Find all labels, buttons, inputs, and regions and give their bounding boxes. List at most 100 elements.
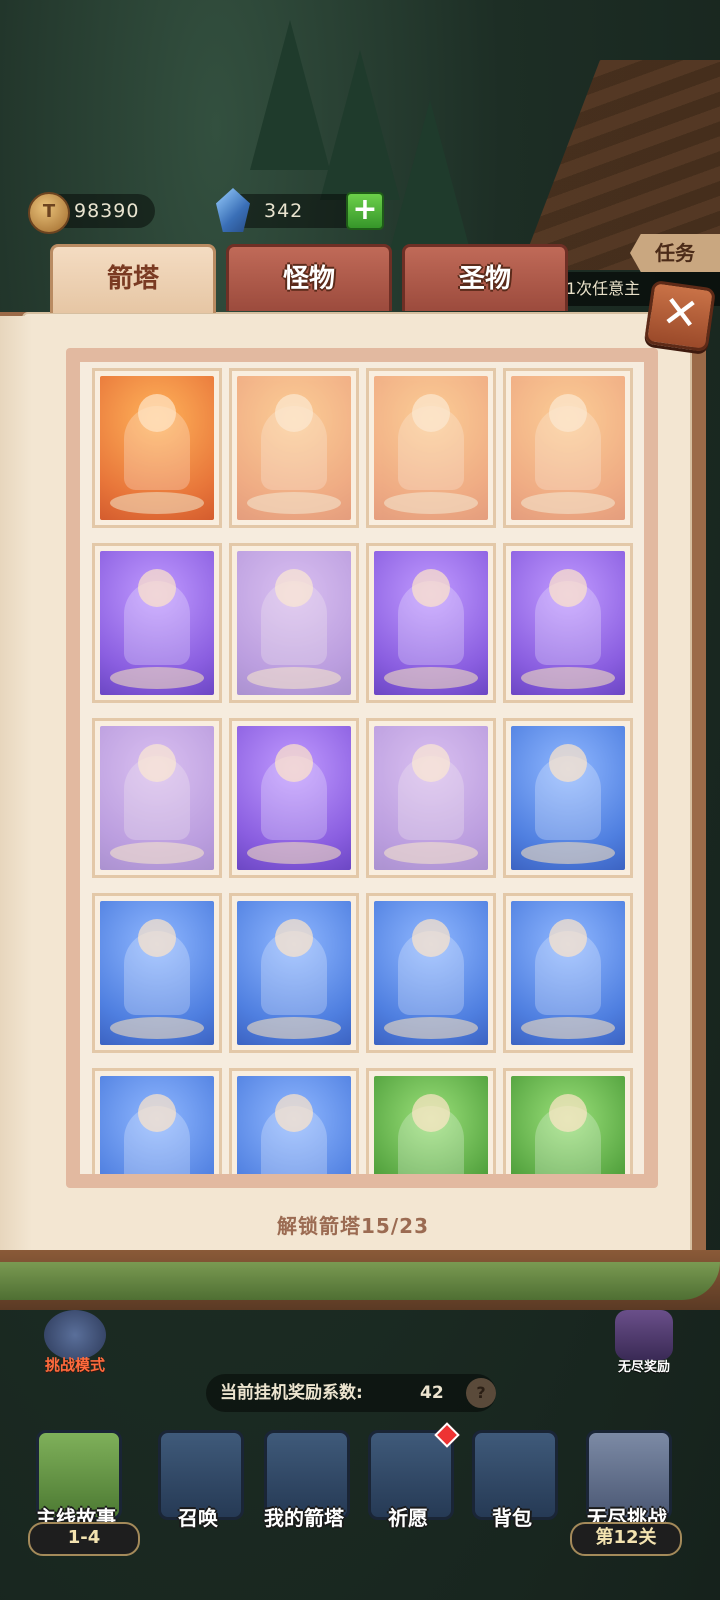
endless-level-indicator: 第12关 [570,1522,682,1556]
hero-head [138,919,176,957]
tower-portrait [511,726,625,870]
tower-card[interactable] [229,1068,359,1174]
tower-portrait [100,376,214,520]
coin-counter: T 98390 [28,190,156,234]
tower-portrait [100,901,214,1045]
tower-grid[interactable] [80,362,644,1174]
hero-head [138,744,176,782]
challenge-icon [44,1310,106,1360]
tower-card[interactable] [92,543,222,703]
hero-head [412,744,450,782]
hero-head [275,744,313,782]
tower-portrait [374,376,488,520]
tower-card[interactable] [92,718,222,878]
nav-main-story[interactable]: 主线故事 [28,1420,124,1532]
treasure-chest-icon [615,1310,673,1360]
pedestal [521,492,615,514]
tower-card[interactable] [229,543,359,703]
hero-head [275,919,313,957]
tower-portrait [374,551,488,695]
tower-card[interactable] [366,893,496,1053]
nav-wish-label: 祈愿 [388,1506,428,1530]
tower-card[interactable] [503,1068,633,1174]
challenge-mode-label: 挑战模式 [44,1356,105,1374]
tree-decoration [320,50,400,200]
tower-portrait [374,1076,488,1174]
tower-card[interactable] [92,893,222,1053]
tower-portrait [237,1076,351,1174]
pedestal [110,842,204,864]
endless-reward-button[interactable]: 无尽奖励 [604,1310,684,1380]
quest-tab[interactable]: 任务 [630,234,720,272]
afk-rate-value: 42 [420,1383,444,1403]
nav-my-towers[interactable]: 我的箭塔 [256,1420,352,1532]
hero-head [138,1094,176,1132]
pedestal [384,1017,478,1039]
hero-head [138,569,176,607]
tower-portrait [237,551,351,695]
tab-relics[interactable]: 圣物 [402,244,568,311]
nav-endless-challenge[interactable]: 无尽挑战 [572,1420,682,1532]
tower-portrait [374,901,488,1045]
tower-portrait [100,726,214,870]
hero-head [275,394,313,432]
pedestal [521,842,615,864]
tower-card[interactable] [366,543,496,703]
hero-head [412,569,450,607]
pedestal [384,492,478,514]
hero-head [412,919,450,957]
hero-head [412,1094,450,1132]
tower-card[interactable] [366,368,496,528]
tower-portrait [237,376,351,520]
pedestal [521,1017,615,1039]
tower-card[interactable] [92,368,222,528]
hero-head [412,394,450,432]
hero-head [549,1094,587,1132]
tree-decoration [390,100,470,250]
nav-summon[interactable]: 召唤 [150,1420,246,1532]
tower-portrait [511,1076,625,1174]
close-icon: ✕ [658,285,703,342]
pedestal [247,492,341,514]
pedestal [110,1017,204,1039]
unlock-status: 解锁箭塔15/23 [277,1214,429,1238]
hero-head [549,919,587,957]
tree-decoration [250,20,330,170]
tower-card[interactable] [503,543,633,703]
hero-head [275,1094,313,1132]
coin-amount: 98390 [74,200,140,222]
book-spine [0,316,32,1256]
tower-card[interactable] [503,893,633,1053]
plus-icon: + [352,192,378,227]
nav-bag[interactable]: 背包 [464,1420,560,1532]
tab-monsters[interactable]: 怪物 [226,244,392,311]
challenge-mode-button[interactable]: 挑战模式 [30,1310,120,1380]
stage-indicator: 1-4 [28,1522,140,1556]
tower-portrait [374,726,488,870]
tower-portrait [237,901,351,1045]
nav-bag-label: 背包 [492,1506,532,1530]
afk-rate-label: 当前挂机奖励系数: [220,1383,363,1403]
tower-portrait [511,551,625,695]
tower-card[interactable] [229,368,359,528]
pedestal [384,667,478,689]
tower-card[interactable] [92,1068,222,1174]
tab-towers[interactable]: 箭塔 [50,244,216,313]
question-icon[interactable]: ? [466,1378,496,1408]
close-button[interactable]: ✕ [643,279,717,353]
tower-card[interactable] [366,1068,496,1174]
pedestal [247,667,341,689]
tower-card[interactable] [366,718,496,878]
tower-card[interactable] [503,368,633,528]
tower-portrait [100,1076,214,1174]
pedestal [384,842,478,864]
pedestal [247,842,341,864]
gem-amount: 342 [264,200,304,222]
tower-card[interactable] [503,718,633,878]
tower-card[interactable] [229,893,359,1053]
coin-icon: T [28,192,70,234]
tower-card[interactable] [229,718,359,878]
afk-rate-bar: 当前挂机奖励系数: 42 [206,1374,496,1412]
pedestal [247,1017,341,1039]
add-gems-button[interactable]: + [346,192,384,230]
